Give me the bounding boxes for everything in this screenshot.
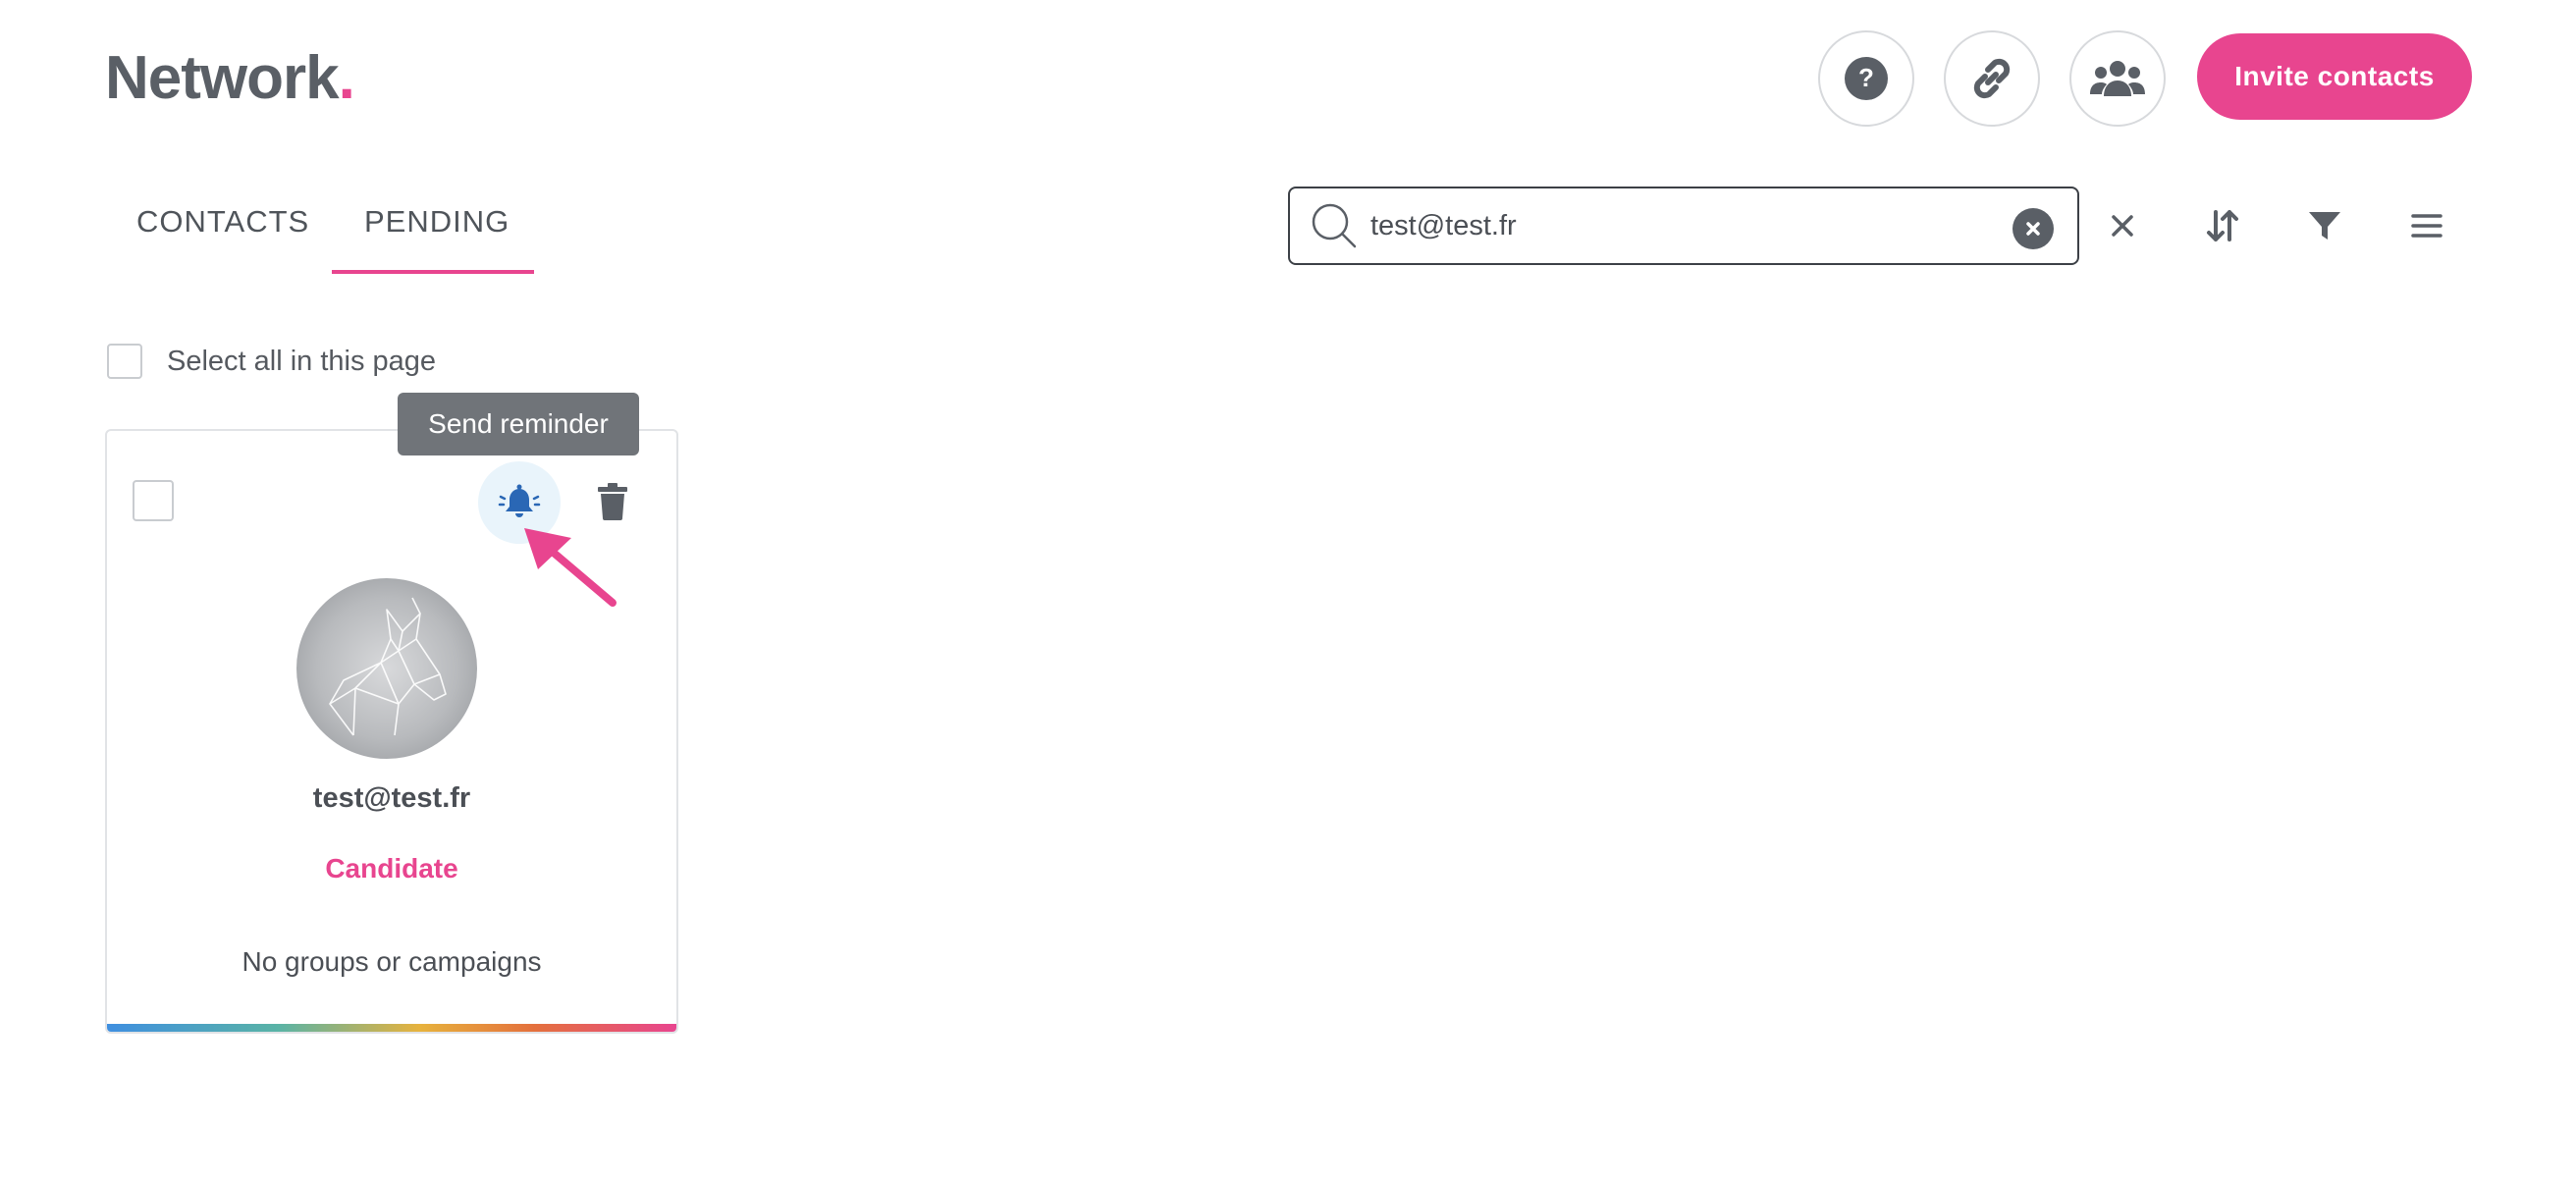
tab-pending[interactable]: PENDING	[364, 202, 510, 241]
invite-contacts-button[interactable]: Invite contacts	[2197, 33, 2472, 120]
sort-icon[interactable]	[2201, 204, 2244, 247]
users-icon	[2090, 61, 2145, 96]
logo-text: Network	[105, 44, 340, 112]
close-icon[interactable]	[2101, 204, 2144, 247]
help-button[interactable]: ?	[1818, 30, 1914, 127]
trash-icon	[598, 483, 627, 520]
hamburger-menu-icon[interactable]	[2405, 204, 2448, 247]
card-color-bar	[107, 1024, 676, 1032]
active-tab-indicator	[332, 270, 534, 274]
pointer-arrow-icon	[524, 528, 617, 607]
groups-button[interactable]	[2069, 30, 2166, 127]
logo-dot: .	[338, 44, 355, 112]
clear-search-icon[interactable]	[2012, 208, 2054, 249]
card-groups-text: No groups or campaigns	[242, 946, 542, 977]
svg-text:?: ?	[1858, 63, 1874, 92]
link-icon	[1973, 58, 2011, 99]
card-role-badge: Candidate	[325, 853, 458, 884]
card-select-checkbox[interactable]	[133, 480, 174, 521]
bell-icon	[498, 484, 541, 517]
search-icon	[1310, 202, 1359, 251]
app-logo: Network.	[105, 39, 355, 118]
copy-link-button[interactable]	[1944, 30, 2040, 127]
tab-contacts[interactable]: CONTACTS	[136, 202, 309, 241]
page: Network. ? Invite contacts CONTACTS PEND…	[0, 0, 2576, 1178]
select-all-label: Select all in this page	[167, 346, 437, 377]
filter-icon[interactable]	[2303, 204, 2346, 247]
select-all-checkbox[interactable]	[107, 344, 142, 379]
search-field[interactable]	[1288, 187, 2079, 265]
send-reminder-tooltip: Send reminder	[398, 393, 639, 455]
question-circle-icon: ?	[1845, 57, 1888, 100]
search-input[interactable]	[1370, 202, 1959, 249]
card-email: test@test.fr	[312, 782, 471, 814]
avatar	[296, 578, 477, 759]
